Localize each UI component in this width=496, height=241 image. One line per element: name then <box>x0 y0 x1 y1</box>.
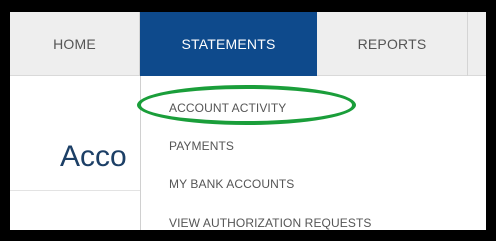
menu-item-view-authorization-requests[interactable]: VIEW AUTHORIZATION REQUESTS <box>169 216 372 230</box>
nav-tab-overflow[interactable] <box>468 12 486 76</box>
nav-tab-statements[interactable]: STATEMENTS <box>140 12 317 76</box>
main-nav-bar: HOME STATEMENTS REPORTS <box>10 12 486 76</box>
page-title: Acco <box>60 140 127 173</box>
menu-item-payments[interactable]: PAYMENTS <box>169 139 234 153</box>
nav-tab-reports[interactable]: REPORTS <box>317 12 468 76</box>
nav-tab-home[interactable]: HOME <box>10 12 140 76</box>
menu-item-my-bank-accounts[interactable]: MY BANK ACCOUNTS <box>169 177 294 191</box>
annotation-highlight-ring <box>137 85 356 125</box>
